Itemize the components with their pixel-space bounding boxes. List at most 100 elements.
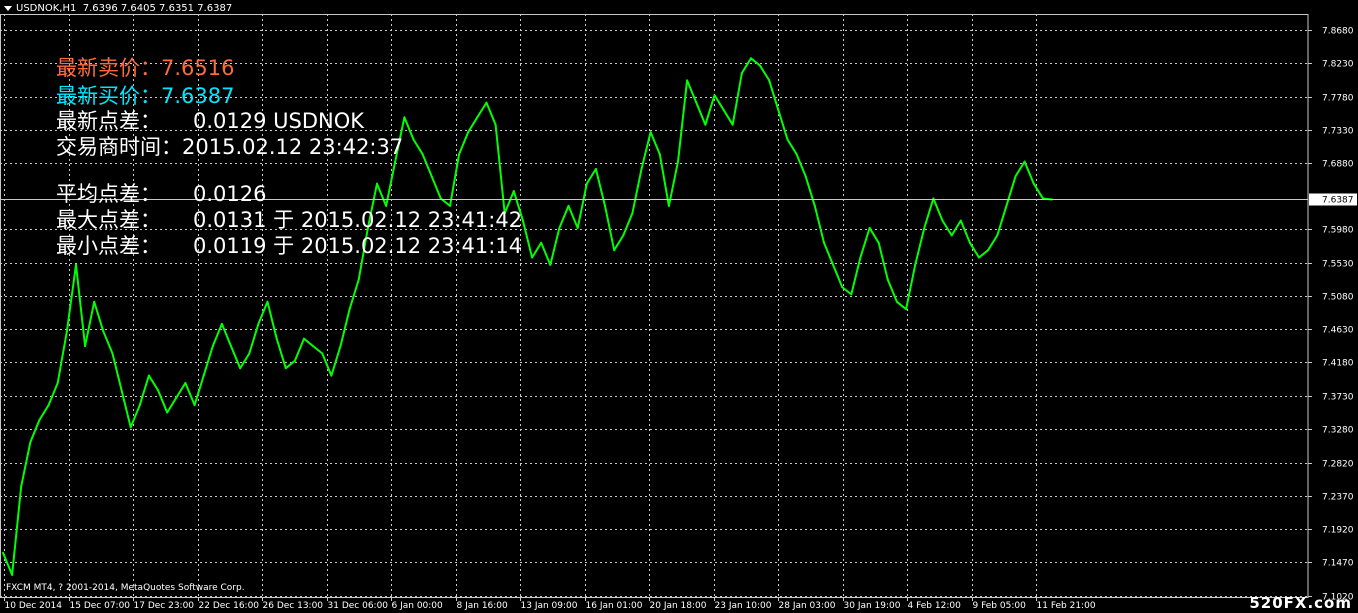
price-point (430, 175, 433, 178)
bid-price-row: 最新买价：7.6387 (56, 84, 234, 108)
price-point (531, 256, 534, 259)
watermark-logo: 520FX.com (1249, 594, 1352, 612)
price-point (786, 138, 789, 141)
price-point (677, 160, 679, 163)
price-point (750, 57, 752, 60)
y-tick-label: 7.2820 (1322, 460, 1354, 470)
price-point (604, 204, 606, 207)
price-point (166, 411, 169, 414)
price-point (649, 131, 652, 134)
chart-area[interactable]: 7.8680 7.8230 7.7780 7.7330 7.6880 7.5980 7.55… (0, 0, 1358, 613)
x-tick-label: 17 Dec 23:00 (134, 601, 195, 611)
price-point (740, 72, 743, 74)
x-tick-label: 22 Dec 16:00 (199, 601, 260, 611)
bid-price-value: 7.6387 (161, 84, 235, 108)
price-point (84, 345, 87, 348)
price-point (129, 426, 132, 429)
price-point (403, 116, 406, 119)
price-point (813, 204, 816, 207)
price-point (312, 345, 315, 348)
price-point (485, 101, 488, 104)
x-tick-label: 15 Dec 07:00 (70, 601, 131, 611)
avg-spread-row: 平均点差： 0.0126 (56, 182, 266, 206)
y-tick-label: 7.3730 (1322, 393, 1354, 403)
x-tick-label: 11 Feb 21:00 (1037, 601, 1096, 611)
price-point (959, 219, 962, 222)
price-point (631, 212, 634, 215)
x-tick-label: 16 Jan 01:00 (586, 601, 643, 611)
price-point (175, 396, 178, 399)
y-tick-label: 7.2370 (1322, 493, 1354, 503)
price-point (75, 263, 77, 266)
price-point (494, 123, 497, 126)
price-point (795, 153, 798, 156)
price-point (257, 322, 260, 325)
price-point (613, 249, 616, 252)
price-point (686, 79, 689, 82)
price-point (941, 219, 944, 222)
symbol-header: USDNOK,H1 7.6396 7.6405 7.6351 7.6387 (4, 3, 232, 14)
price-point (102, 330, 105, 333)
avg-spread-label: 平均点差： (56, 182, 161, 206)
price-point (147, 374, 150, 377)
y-tick-label: 7.4630 (1322, 326, 1354, 336)
price-point (220, 322, 223, 325)
y-tick-label: 7.1920 (1322, 526, 1354, 536)
price-point (458, 153, 461, 156)
price-point (248, 352, 251, 355)
price-point (138, 404, 141, 407)
price-point (184, 382, 187, 384)
min-spread-label: 最小点差： (56, 234, 161, 258)
x-tick-label: 26 Dec 13:00 (263, 601, 324, 611)
current-price-label: 7.6387 (1322, 196, 1354, 206)
price-point (877, 241, 880, 244)
broker-time-value: 2015.02.12 23:42:37 (182, 135, 404, 159)
price-point (20, 485, 23, 488)
price-point (38, 418, 41, 421)
min-spread-row: 最小点差： 0.0119 于 2015.02.12 23:41:14 (56, 234, 522, 258)
price-point (1005, 204, 1008, 207)
price-point (65, 330, 68, 333)
price-point (357, 278, 360, 281)
price-point (284, 367, 287, 370)
price-point (540, 241, 543, 244)
price-point (905, 308, 908, 311)
max-spread-row: 最大点差： 0.0131 于 2015.02.12 23:41:42 (56, 208, 522, 232)
price-point (412, 138, 415, 141)
dropdown-triangle-icon[interactable] (4, 5, 12, 11)
price-point (895, 300, 898, 303)
x-tick-label: 4 Feb 12:00 (908, 601, 962, 611)
price-point (11, 573, 14, 576)
price-point (640, 168, 643, 170)
price-point (521, 219, 524, 222)
y-tick-label: 7.7330 (1322, 127, 1354, 137)
max-spread-value: 0.0131 于 2015.02.12 23:41:42 (193, 208, 523, 232)
price-point (722, 108, 725, 111)
price-point (512, 190, 515, 193)
price-point (449, 204, 451, 207)
price-point (193, 404, 196, 407)
x-tick-label: 9 Feb 05:00 (973, 601, 1027, 611)
price-point (914, 263, 917, 266)
min-spread-value: 0.0119 于 2015.02.12 23:41:14 (193, 234, 523, 258)
y-tick-label: 7.8230 (1322, 60, 1354, 70)
price-point (731, 123, 734, 126)
x-tick-label: 13 Jan 09:00 (521, 601, 578, 611)
price-point (293, 359, 296, 362)
price-point (622, 234, 625, 237)
x-tick-label: 10 Dec 2014 (5, 601, 63, 611)
price-point (385, 204, 388, 207)
y-tick-label: 7.5980 (1322, 226, 1354, 236)
avg-spread-value: 0.0126 (193, 182, 267, 206)
y-tick-label: 7.7780 (1322, 94, 1354, 104)
price-point (987, 249, 990, 252)
y-tick-label: 7.4180 (1322, 359, 1354, 369)
price-point (56, 382, 59, 384)
price-point (868, 227, 871, 229)
price-point (704, 123, 707, 126)
y-tick-label: 7.5530 (1322, 260, 1354, 270)
price-point (923, 227, 926, 229)
price-point (230, 345, 232, 348)
y-tick-label: 7.6880 (1322, 160, 1354, 170)
x-tick-label: 8 Jan 16:00 (457, 601, 509, 611)
